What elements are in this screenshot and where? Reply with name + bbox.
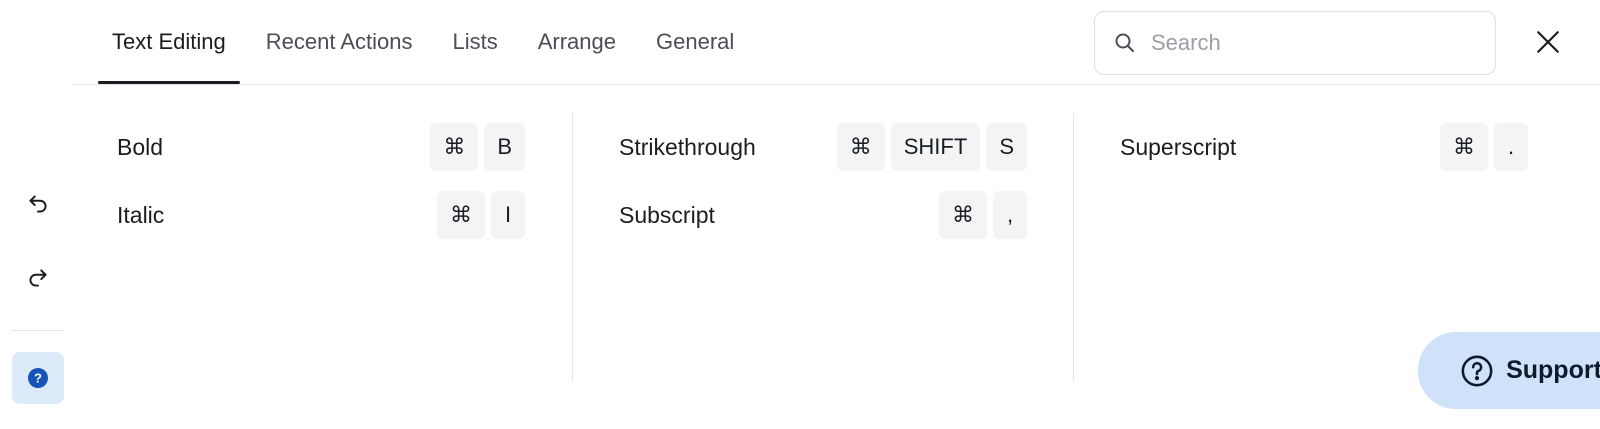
help-icon: ? xyxy=(28,368,48,388)
search-box[interactable] xyxy=(1094,11,1496,75)
redo-button[interactable] xyxy=(12,252,64,304)
key-cap: S xyxy=(986,123,1027,171)
tab-label: Arrange xyxy=(537,29,617,54)
shortcut-label: Subscript xyxy=(619,201,715,228)
shortcut-row-superscript: Superscript ⌘ . xyxy=(1120,123,1528,171)
tab-bar: Text Editing Recent Actions Lists Arrang… xyxy=(98,0,760,84)
tab-label: Recent Actions xyxy=(265,29,413,54)
column-divider xyxy=(572,113,573,381)
shortcut-row-subscript: Subscript ⌘ , xyxy=(619,191,1027,239)
question-circle-icon xyxy=(1461,355,1493,386)
key-cap: , xyxy=(993,191,1027,239)
close-button[interactable] xyxy=(1528,22,1568,62)
shortcut-row-strikethrough: Strikethrough ⌘ SHIFT S xyxy=(619,123,1027,171)
shortcut-label: Strikethrough xyxy=(619,133,756,160)
key-combo: ⌘ . xyxy=(1440,123,1528,171)
svg-text:?: ? xyxy=(34,371,42,386)
shortcut-label: Superscript xyxy=(1120,133,1237,160)
search-input[interactable] xyxy=(1149,29,1473,57)
tab-bar-divider xyxy=(72,84,1600,85)
shortcut-label: Bold xyxy=(117,133,164,160)
key-cap: . xyxy=(1494,123,1528,171)
keyboard-shortcuts-screen: ? Text Editing Recent Actions Lists Arra… xyxy=(0,0,1600,429)
shortcuts-panel: Text Editing Recent Actions Lists Arrang… xyxy=(72,0,1600,429)
rail-divider xyxy=(12,330,64,331)
key-cap: ⌘ xyxy=(437,191,485,239)
key-cap: ⌘ xyxy=(430,123,479,171)
key-cap: B xyxy=(484,123,525,171)
undo-button[interactable] xyxy=(12,178,64,230)
key-combo: ⌘ I xyxy=(437,191,525,239)
key-combo: ⌘ B xyxy=(430,123,525,171)
support-button[interactable]: Support xyxy=(1418,332,1600,409)
tab-label: General xyxy=(656,29,735,54)
close-icon xyxy=(1537,31,1559,53)
key-combo: ⌘ SHIFT S xyxy=(836,123,1027,171)
key-cap: ⌘ xyxy=(836,123,885,171)
shortcut-label: Italic xyxy=(117,201,165,228)
left-rail: ? xyxy=(0,0,72,429)
support-label: Support xyxy=(1506,356,1600,384)
tab-recent-actions[interactable]: Recent Actions xyxy=(252,0,427,84)
shortcut-row-bold: Bold ⌘ B xyxy=(117,123,525,171)
key-cap: SHIFT xyxy=(890,123,981,171)
redo-icon xyxy=(29,269,47,287)
tab-general[interactable]: General xyxy=(642,0,748,84)
key-combo: ⌘ , xyxy=(939,191,1027,239)
help-button[interactable]: ? xyxy=(12,352,64,404)
key-cap: I xyxy=(491,191,525,239)
shortcut-column-2: Strikethrough ⌘ SHIFT S Subscript ⌘ , xyxy=(619,113,1027,381)
key-cap: ⌘ xyxy=(1440,123,1488,171)
tab-label: Lists xyxy=(452,29,498,54)
shortcut-row-italic: Italic ⌘ I xyxy=(117,191,525,239)
search-icon xyxy=(1115,33,1134,52)
tab-text-editing[interactable]: Text Editing xyxy=(98,0,240,84)
key-cap: ⌘ xyxy=(939,191,987,239)
tab-arrange[interactable]: Arrange xyxy=(524,0,630,84)
tab-lists[interactable]: Lists xyxy=(438,0,511,84)
shortcut-column-1: Bold ⌘ B Italic ⌘ I xyxy=(117,113,525,381)
column-divider xyxy=(1073,113,1074,381)
tab-label: Text Editing xyxy=(112,29,226,54)
undo-icon xyxy=(29,195,47,213)
